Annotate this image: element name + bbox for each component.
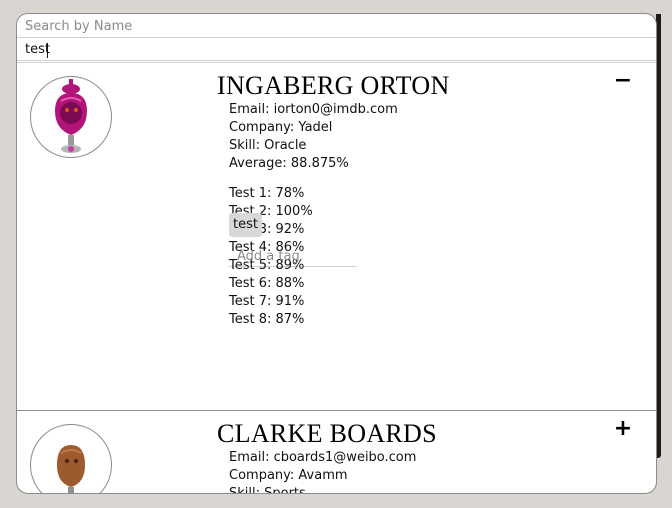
search-by-name-input[interactable]: [17, 16, 656, 38]
grade-item: Test 1: 78%: [229, 186, 305, 201]
student-skill: Skill: Sports: [229, 486, 306, 494]
student-company: Company: Avamm: [229, 468, 348, 483]
avatar: [30, 424, 112, 493]
student-average: Average: 88.875%: [229, 156, 349, 171]
grade-item: Test 7: 91%: [229, 294, 305, 309]
student-email: Email: cboards1@weibo.com: [229, 450, 417, 465]
student-company: Company: Yadel: [229, 120, 333, 135]
student-card: INGABERG ORTON − Email: iorton0@imdb.com…: [17, 63, 656, 411]
robot-avatar-icon: [57, 445, 85, 493]
student-skill: Skill: Oracle: [229, 138, 307, 153]
avatar: [30, 76, 112, 158]
text-cursor: [47, 43, 48, 58]
student-directory-card: INGABERG ORTON − Email: iorton0@imdb.com…: [16, 13, 657, 494]
grade-item: Test 8: 87%: [229, 312, 305, 327]
student-list[interactable]: INGABERG ORTON − Email: iorton0@imdb.com…: [17, 62, 656, 494]
student-card: CLARKE BOARDS + Email: cboards1@weibo.co…: [17, 411, 656, 494]
tag-chip: test: [229, 213, 262, 237]
grades-list: Test 1: 78% Test 2: 100% Test 3: 92% Tes…: [229, 185, 398, 327]
student-email: Email: iorton0@imdb.com: [229, 102, 398, 117]
student-details: Email: iorton0@imdb.com Company: Yadel S…: [229, 101, 398, 327]
student-details: Email: cboards1@weibo.com Company: Avamm…: [229, 449, 417, 494]
search-by-tag-input[interactable]: [17, 39, 656, 61]
collapse-grades-button[interactable]: −: [613, 70, 633, 92]
robot-avatar-icon: [55, 79, 87, 153]
student-name: CLARKE BOARDS: [217, 419, 437, 448]
student-name: INGABERG ORTON: [217, 71, 450, 100]
expand-grades-button[interactable]: +: [613, 418, 633, 440]
grade-item: Test 6: 88%: [229, 276, 305, 291]
